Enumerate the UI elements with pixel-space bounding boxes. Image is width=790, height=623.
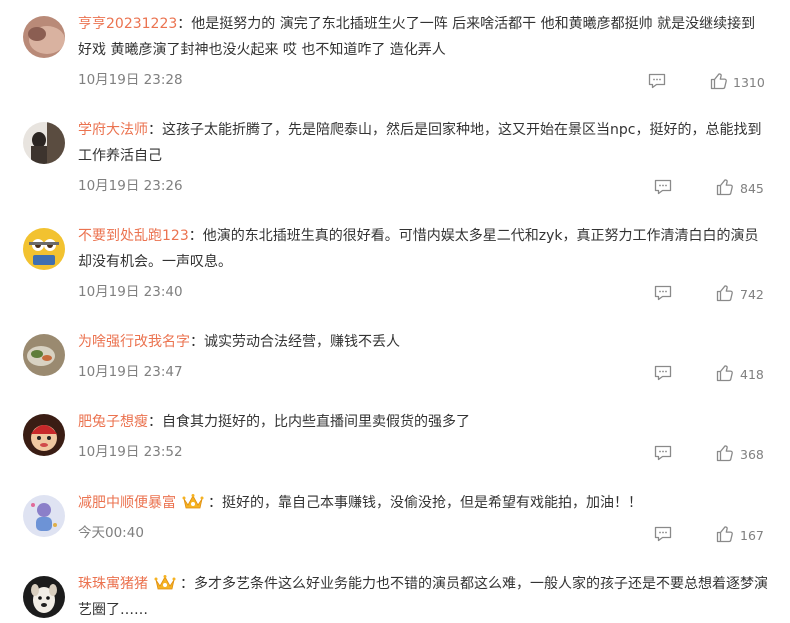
reply-icon[interactable] bbox=[654, 526, 672, 542]
reply-icon[interactable] bbox=[654, 445, 672, 461]
comment-text: ：这孩子太能折腾了，先是陪爬泰山，然后是回家种地，这又开始在景区当npc，挺好的… bbox=[78, 122, 762, 164]
like-icon[interactable] bbox=[716, 525, 734, 543]
avatar[interactable] bbox=[23, 228, 65, 270]
username-link[interactable]: 不要到处乱跑123 bbox=[78, 228, 189, 244]
comment-time: 10月19日 23:40 bbox=[78, 284, 183, 300]
comment-time: 10月19日 23:47 bbox=[78, 364, 183, 380]
username-link[interactable]: 亨亨20231223 bbox=[78, 16, 177, 32]
avatar[interactable] bbox=[23, 414, 65, 456]
username-link[interactable]: 为啥强行改我名字 bbox=[78, 334, 190, 350]
comment-list: 亨亨20231223：他是挺努力的 演完了东北插班生火了一阵 后来啥活都干 他和… bbox=[0, 0, 790, 622]
comment-text: ：自食其力挺好的，比内些直播间里卖假货的强多了 bbox=[148, 414, 470, 430]
like-count: 1310 bbox=[733, 75, 765, 90]
comment-text: ：诚实劳动合法经营，赚钱不丢人 bbox=[190, 334, 400, 350]
username-link[interactable]: 学府大法师 bbox=[78, 122, 148, 138]
comment-time: 今天00:40 bbox=[78, 525, 144, 541]
username-link[interactable]: 肥兔子想瘦 bbox=[78, 414, 148, 430]
avatar[interactable] bbox=[23, 16, 65, 58]
comment-time: 10月19日 23:28 bbox=[78, 72, 183, 88]
crown-icon[interactable] bbox=[182, 493, 204, 511]
like-icon[interactable] bbox=[710, 72, 728, 90]
username-link[interactable]: 珠珠寓猪猪 bbox=[78, 576, 148, 592]
like-count: 368 bbox=[740, 447, 764, 462]
like-count: 742 bbox=[740, 287, 764, 302]
comment-text: ：他是挺努力的 演完了东北插班生火了一阵 后来啥活都干 他和黄曦彦都挺帅 就是没… bbox=[78, 16, 756, 58]
comment-time: 10月19日 23:26 bbox=[78, 178, 183, 194]
avatar[interactable] bbox=[23, 576, 65, 618]
avatar[interactable] bbox=[23, 495, 65, 537]
comment-time: 10月19日 23:52 bbox=[78, 444, 183, 460]
reply-icon[interactable] bbox=[654, 285, 672, 301]
like-icon[interactable] bbox=[716, 444, 734, 462]
reply-icon[interactable] bbox=[648, 73, 666, 89]
avatar[interactable] bbox=[23, 122, 65, 164]
like-icon[interactable] bbox=[716, 284, 734, 302]
username-link[interactable]: 减肥中顺便暴富 bbox=[78, 495, 176, 511]
reply-icon[interactable] bbox=[654, 365, 672, 381]
like-count: 167 bbox=[740, 528, 764, 543]
comment-text: ：挺好的，靠自己本事赚钱，没偷没抢，但是希望有戏能拍，加油！！ bbox=[208, 495, 642, 511]
like-count: 418 bbox=[740, 367, 764, 382]
like-icon[interactable] bbox=[716, 364, 734, 382]
crown-icon[interactable] bbox=[154, 574, 176, 592]
reply-icon[interactable] bbox=[654, 179, 672, 195]
like-count: 845 bbox=[740, 181, 764, 196]
comment-text: ：多才多艺条件这么好业务能力也不错的演员都这么难，一般人家的孩子还是不要总想着逐… bbox=[78, 576, 768, 618]
avatar[interactable] bbox=[23, 334, 65, 376]
like-icon[interactable] bbox=[716, 178, 734, 196]
